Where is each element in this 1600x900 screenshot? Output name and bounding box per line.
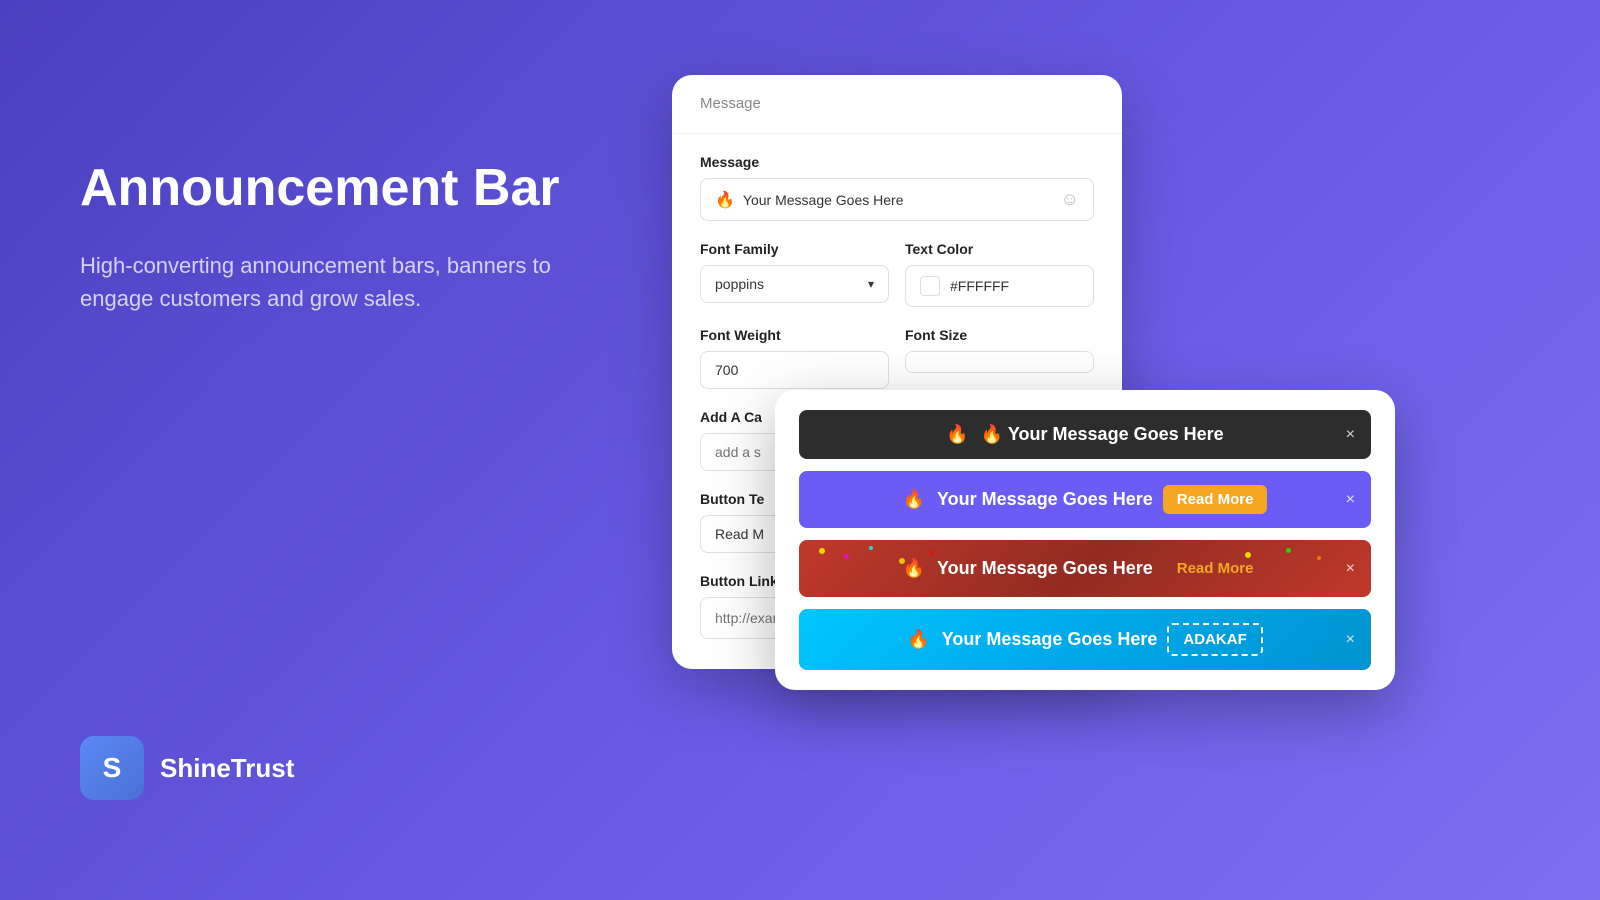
- chevron-down-icon: ▾: [868, 277, 874, 291]
- bar-cyan-close[interactable]: ×: [1346, 631, 1355, 649]
- font-family-label: Font Family: [700, 241, 889, 257]
- bar-purple: 🔥 Your Message Goes Here Read More ×: [799, 471, 1371, 528]
- weight-size-row: Font Weight 700 Font Size: [700, 327, 1094, 389]
- message-input-text[interactable]: Your Message Goes Here: [743, 192, 1053, 208]
- bar-purple-cta[interactable]: Read More: [1163, 485, 1268, 514]
- confetti-dot: [1286, 548, 1291, 553]
- page-title: Announcement Bar: [80, 160, 580, 217]
- text-color-group: Text Color #FFFFFF: [905, 241, 1094, 307]
- bar-red-text: 🔥 Your Message Goes Here: [903, 558, 1153, 579]
- font-family-select[interactable]: poppins ▾: [700, 265, 889, 303]
- confetti-dot: [844, 554, 849, 559]
- font-color-row: Font Family poppins ▾ Text Color #FFFFFF: [700, 241, 1094, 307]
- left-panel: Announcement Bar High-converting announc…: [80, 160, 580, 315]
- bar-dark-close[interactable]: ×: [1346, 426, 1355, 444]
- bar-red-cta[interactable]: Read More: [1163, 554, 1268, 583]
- font-size-group: Font Size: [905, 327, 1094, 389]
- brand-icon: S: [80, 736, 144, 800]
- preview-card: 🔥 🔥 Your Message Goes Here × 🔥 Your Mess…: [775, 390, 1395, 690]
- bar-red-close[interactable]: ×: [1346, 560, 1355, 578]
- message-label: Message: [700, 154, 1094, 170]
- font-family-value: poppins: [715, 276, 764, 292]
- page-description: High-converting announcement bars, banne…: [80, 249, 580, 315]
- confetti-dot: [929, 550, 934, 555]
- font-weight-group: Font Weight 700: [700, 327, 889, 389]
- font-size-label: Font Size: [905, 327, 1094, 343]
- confetti-dot: [1245, 552, 1251, 558]
- confetti-dot: [819, 548, 825, 554]
- font-family-group: Font Family poppins ▾: [700, 241, 889, 307]
- confetti-dot: [899, 558, 905, 564]
- fire-emoji: 🔥: [715, 190, 735, 210]
- bar-dark-text: 🔥 🔥 Your Message Goes Here: [946, 424, 1223, 445]
- form-card-header-label: Message: [700, 95, 761, 112]
- message-input-container[interactable]: 🔥 Your Message Goes Here ☺: [700, 178, 1094, 221]
- color-swatch: [920, 276, 940, 296]
- bar-purple-text: 🔥 Your Message Goes Here: [903, 489, 1153, 510]
- font-size-input[interactable]: [905, 351, 1094, 373]
- text-color-label: Text Color: [905, 241, 1094, 257]
- font-weight-label: Font Weight: [700, 327, 889, 343]
- bar-purple-close[interactable]: ×: [1346, 491, 1355, 509]
- emoji-picker-icon[interactable]: ☺: [1061, 189, 1079, 210]
- bar-cyan: 🔥 Your Message Goes Here ADAKAF ×: [799, 609, 1371, 670]
- brand-name: ShineTrust: [160, 753, 294, 784]
- text-color-input[interactable]: #FFFFFF: [905, 265, 1094, 307]
- confetti-dot: [869, 546, 873, 550]
- bar-cyan-text: 🔥 Your Message Goes Here: [907, 629, 1157, 650]
- color-value: #FFFFFF: [950, 278, 1009, 294]
- bar-cyan-cta[interactable]: ADAKAF: [1167, 623, 1262, 656]
- brand-section: S ShineTrust: [80, 736, 294, 800]
- font-weight-input[interactable]: 700: [700, 351, 889, 389]
- bar-dark: 🔥 🔥 Your Message Goes Here ×: [799, 410, 1371, 459]
- form-card-header: Message: [672, 75, 1122, 134]
- confetti-dot: [1317, 556, 1321, 560]
- bar-red: 🔥 Your Message Goes Here Read More ×: [799, 540, 1371, 597]
